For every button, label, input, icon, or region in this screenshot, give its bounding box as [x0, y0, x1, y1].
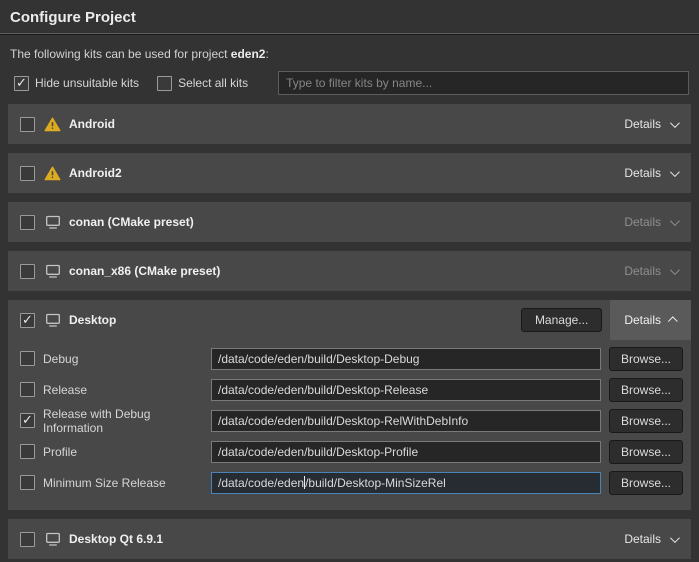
select-all-kits-checkbox[interactable]: Select all kits [157, 76, 248, 91]
desktop-icon [44, 215, 61, 230]
build-dir-input-focused[interactable]: /data/code/eden/build/Desktop-MinSizeRel [211, 472, 601, 494]
chevron-down-icon [670, 533, 680, 543]
build-dir-input[interactable]: /data/code/eden/build/Desktop-Debug [211, 348, 601, 370]
title-separator [0, 33, 699, 35]
kit-row-android: Android Details [8, 104, 691, 144]
browse-button[interactable]: Browse... [609, 409, 683, 433]
config-label: Profile [43, 445, 211, 459]
config-checkbox[interactable] [20, 351, 35, 366]
config-checkbox[interactable] [20, 413, 35, 428]
kit-name: Desktop Qt 6.9.1 [69, 532, 163, 546]
kit-row-android2: Android2 Details [8, 153, 691, 193]
kit-checkbox[interactable] [20, 313, 35, 328]
kit-row-desktop: Desktop Manage... Details [8, 300, 691, 340]
select-all-kits-label: Select all kits [178, 76, 248, 90]
kit-checkbox[interactable] [20, 532, 35, 547]
hide-unsuitable-kits-label: Hide unsuitable kits [35, 76, 139, 90]
desktop-icon [44, 264, 61, 279]
chevron-down-icon [670, 265, 680, 275]
desktop-icon [44, 532, 61, 547]
warning-icon [44, 166, 61, 181]
details-button-disabled: Details [610, 202, 691, 242]
intro-text: The following kits can be used for proje… [10, 47, 689, 61]
config-row-profile: Profile /data/code/eden/build/Desktop-Pr… [20, 436, 683, 467]
kit-name: conan (CMake preset) [69, 215, 194, 229]
kit-filter-input[interactable] [278, 71, 689, 95]
hide-unsuitable-kits-checkbox[interactable]: Hide unsuitable kits [14, 76, 139, 91]
details-button-expanded[interactable]: Details [610, 300, 691, 340]
titlebar: Configure Project [0, 0, 699, 33]
kit-name: conan_x86 (CMake preset) [69, 264, 220, 278]
checkbox-unchecked-icon[interactable] [157, 76, 172, 91]
browse-button[interactable]: Browse... [609, 347, 683, 371]
checkbox-checked-icon[interactable] [14, 76, 29, 91]
details-button[interactable]: Details [610, 153, 691, 193]
kit-checkbox[interactable] [20, 215, 35, 230]
build-dir-input[interactable]: /data/code/eden/build/Desktop-RelWithDeb… [211, 410, 601, 432]
chevron-up-icon [668, 316, 678, 326]
kit-block-desktop: Desktop Manage... Details Debug /data/co… [8, 300, 691, 510]
kit-name: Android2 [69, 166, 122, 180]
chevron-down-icon [670, 167, 680, 177]
chevron-down-icon [670, 118, 680, 128]
config-label: Minimum Size Release [43, 476, 211, 490]
config-label: Debug [43, 352, 211, 366]
build-config-list: Debug /data/code/eden/build/Desktop-Debu… [8, 340, 691, 510]
kit-row-conan-x86: conan_x86 (CMake preset) Details [8, 251, 691, 291]
desktop-icon [44, 313, 61, 328]
kit-name: Desktop [69, 313, 116, 327]
kit-name: Android [69, 117, 115, 131]
filter-bar: Hide unsuitable kits Select all kits [14, 71, 689, 95]
config-row-debug: Debug /data/code/eden/build/Desktop-Debu… [20, 343, 683, 374]
config-checkbox[interactable] [20, 444, 35, 459]
config-checkbox[interactable] [20, 475, 35, 490]
manage-kits-button[interactable]: Manage... [521, 308, 602, 332]
page-title: Configure Project [10, 9, 689, 26]
kit-checkbox[interactable] [20, 264, 35, 279]
chevron-down-icon [670, 216, 680, 226]
config-label: Release [43, 383, 211, 397]
config-row-relwithdebinfo: Release with Debug Information /data/cod… [20, 405, 683, 436]
kit-row-conan: conan (CMake preset) Details [8, 202, 691, 242]
kit-checkbox[interactable] [20, 117, 35, 132]
config-row-minsizerel: Minimum Size Release /data/code/eden/bui… [20, 467, 683, 498]
kit-row-desktop-qt: Desktop Qt 6.9.1 Details [8, 519, 691, 559]
project-name: eden2 [231, 47, 266, 61]
details-button[interactable]: Details [610, 519, 691, 559]
browse-button[interactable]: Browse... [609, 378, 683, 402]
browse-button[interactable]: Browse... [609, 440, 683, 464]
warning-icon [44, 117, 61, 132]
details-button[interactable]: Details [610, 104, 691, 144]
kit-checkbox[interactable] [20, 166, 35, 181]
browse-button[interactable]: Browse... [609, 471, 683, 495]
build-dir-input[interactable]: /data/code/eden/build/Desktop-Release [211, 379, 601, 401]
config-checkbox[interactable] [20, 382, 35, 397]
config-row-release: Release /data/code/eden/build/Desktop-Re… [20, 374, 683, 405]
build-dir-input[interactable]: /data/code/eden/build/Desktop-Profile [211, 441, 601, 463]
details-button-disabled: Details [610, 251, 691, 291]
config-label: Release with Debug Information [43, 407, 211, 435]
